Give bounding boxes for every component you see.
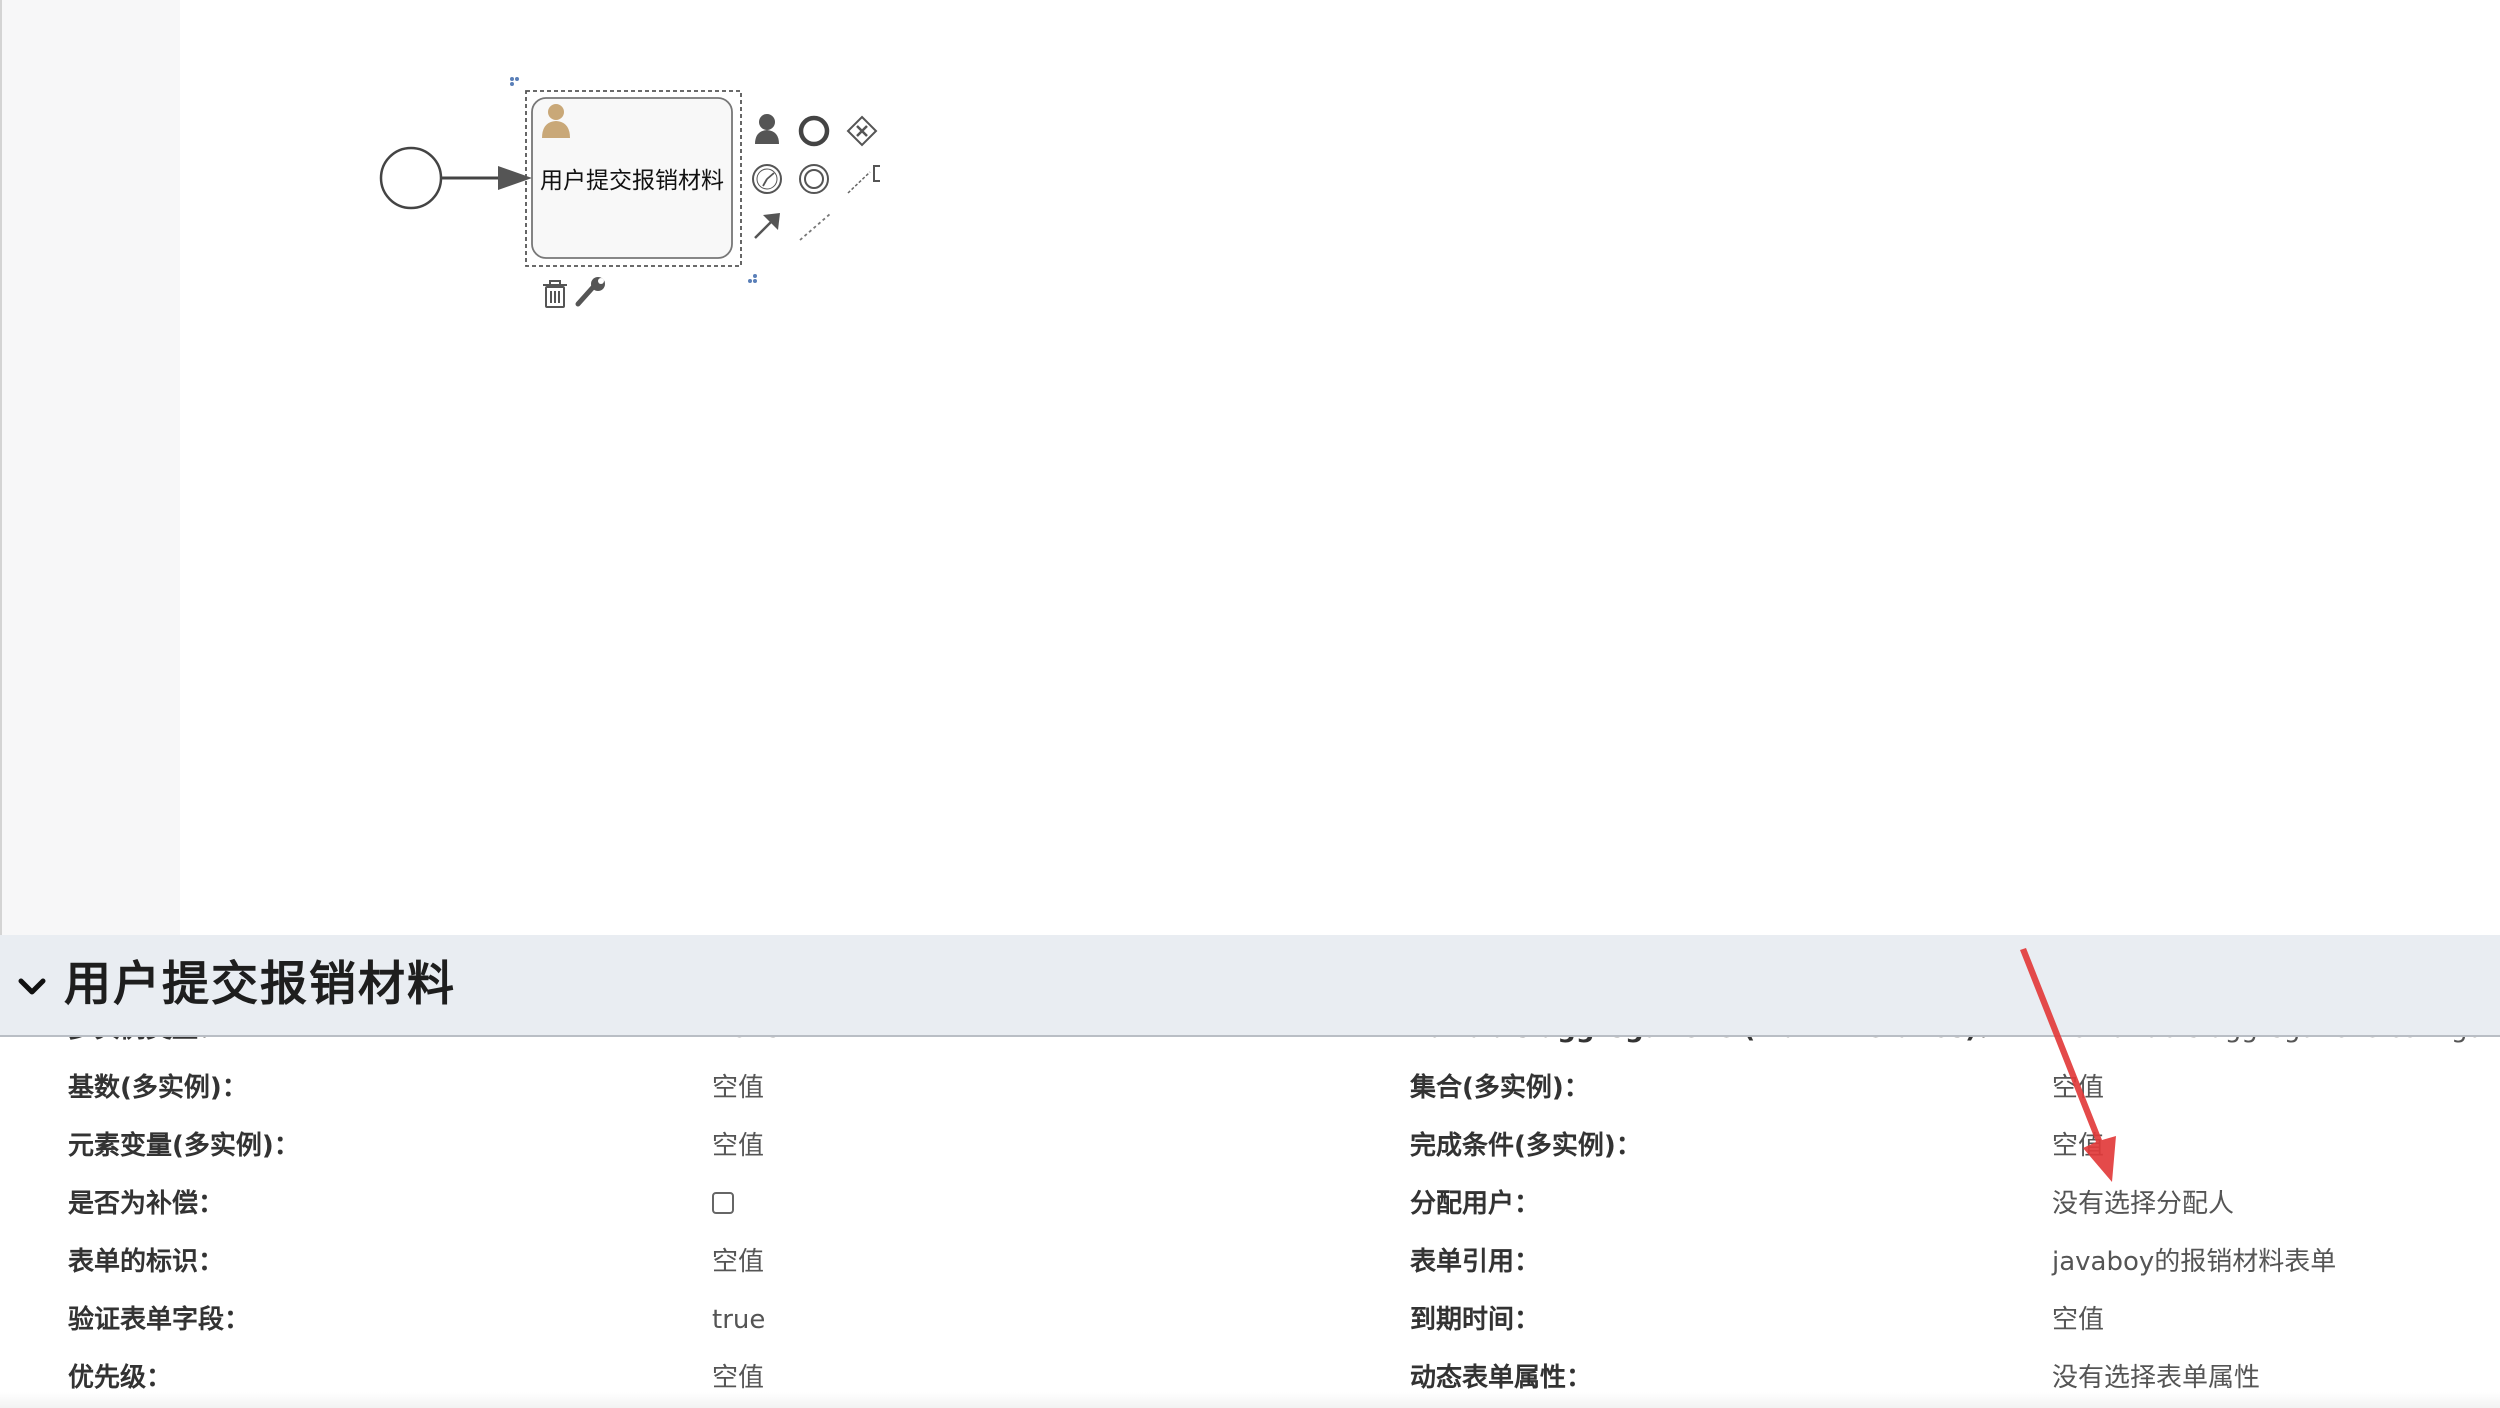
property-label: 多实例类型： bbox=[68, 1037, 224, 1046]
start-event[interactable] bbox=[379, 146, 443, 210]
property-label: 集合(多实例)： bbox=[1410, 1073, 1590, 1103]
text-annotation-icon[interactable] bbox=[847, 165, 880, 194]
property-value[interactable]: 空值 bbox=[712, 1361, 764, 1395]
panel-bottom-shadow bbox=[0, 1392, 2500, 1408]
property-value[interactable]: 空值 bbox=[712, 1129, 764, 1163]
chevron-down-icon[interactable] bbox=[18, 977, 46, 997]
sequence-flow-icon[interactable] bbox=[754, 213, 780, 239]
property-label: 表单的标识： bbox=[68, 1247, 225, 1277]
property-value[interactable]: 空值 bbox=[712, 1245, 764, 1279]
task-label: 用户提交报销材料 bbox=[540, 168, 724, 194]
end-event-icon[interactable] bbox=[798, 115, 830, 147]
property-value[interactable]: 空值 bbox=[712, 1071, 764, 1105]
property-value[interactable]: true bbox=[712, 1303, 765, 1337]
property-row-compensation: 是否为补偿： 分配用户： 没有选择分配人 bbox=[0, 1187, 2500, 1245]
property-label: 分配用户： bbox=[1410, 1189, 1541, 1219]
association-icon[interactable] bbox=[799, 213, 831, 241]
property-value[interactable]: 空值 bbox=[2052, 1129, 2104, 1163]
property-label: 动态表单属性： bbox=[1410, 1363, 1593, 1393]
compensation-checkbox[interactable] bbox=[712, 1192, 734, 1214]
timer-event-icon[interactable] bbox=[752, 164, 782, 194]
property-value[interactable]: 没有选择分配人 bbox=[2052, 1187, 2234, 1221]
intermediate-event-icon[interactable] bbox=[799, 164, 829, 194]
property-value[interactable]: No variable aggregations configured bbox=[2052, 1037, 2500, 1046]
property-label: 基数(多实例)： bbox=[68, 1073, 248, 1103]
palette-sidebar bbox=[0, 0, 180, 935]
properties-title: 用户提交报销材料 bbox=[64, 957, 456, 1012]
trash-icon[interactable] bbox=[543, 280, 567, 308]
property-row-multi-instance-type: 多实例类型： None Variable aggregations (Multi… bbox=[0, 1037, 2500, 1070]
property-label: 验证表单字段： bbox=[68, 1305, 251, 1335]
property-label: 表单引用： bbox=[1410, 1247, 1541, 1277]
properties-list: 多实例类型： None Variable aggregations (Multi… bbox=[0, 1037, 2500, 1408]
property-value[interactable]: 空值 bbox=[2052, 1303, 2104, 1337]
property-value[interactable]: 空值 bbox=[2052, 1071, 2104, 1105]
sequence-flow[interactable] bbox=[441, 166, 532, 190]
user-task[interactable]: 用户提交报销材料 bbox=[531, 97, 733, 259]
bpmn-diagram: 用户提交报销材料 bbox=[379, 77, 880, 308]
property-label: 是否为补偿： bbox=[68, 1189, 225, 1219]
exclusive-gateway-icon[interactable] bbox=[846, 115, 878, 147]
property-label: 到期时间： bbox=[1410, 1305, 1541, 1335]
property-value[interactable]: None bbox=[712, 1037, 780, 1046]
property-label: Variable aggregations (Multi-instance)： bbox=[1410, 1037, 2003, 1046]
property-row-cardinality: 基数(多实例)： 空值 集合(多实例)： 空值 bbox=[0, 1071, 2500, 1129]
property-label: 优先级： bbox=[68, 1363, 173, 1393]
wrench-icon[interactable] bbox=[575, 277, 605, 307]
property-row-validate-form: 验证表单字段： true 到期时间： 空值 bbox=[0, 1303, 2500, 1361]
process-canvas[interactable]: 用户提交报销材料 bbox=[180, 0, 2500, 935]
context-palette bbox=[752, 114, 880, 241]
property-value[interactable]: 没有选择表单属性 bbox=[2052, 1361, 2260, 1395]
user-task-icon[interactable] bbox=[755, 114, 779, 144]
properties-header[interactable]: 用户提交报销材料 bbox=[0, 935, 2500, 1037]
property-row-element-variable: 元素变量(多实例)： 空值 完成条件(多实例)： 空值 bbox=[0, 1129, 2500, 1187]
properties-panel: 用户提交报销材料 多实例类型： None Variable aggregatio… bbox=[0, 935, 2500, 1408]
property-row-form-key: 表单的标识： 空值 表单引用： javaboy的报销材料表单 bbox=[0, 1245, 2500, 1303]
property-label: 元素变量(多实例)： bbox=[68, 1131, 300, 1161]
property-value[interactable]: javaboy的报销材料表单 bbox=[2052, 1245, 2336, 1279]
property-label: 完成条件(多实例)： bbox=[1410, 1131, 1642, 1161]
